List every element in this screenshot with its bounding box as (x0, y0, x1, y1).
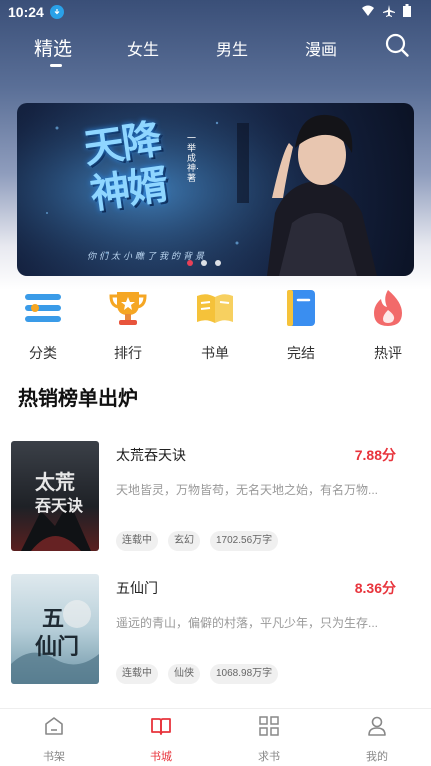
banner-dot[interactable] (215, 260, 221, 266)
banner-title: 天降神婿 (80, 115, 170, 219)
entry-category[interactable]: 分类 (13, 288, 73, 363)
entry-category-label: 分类 (29, 345, 57, 361)
section-title: 热销榜单出炉 (18, 388, 138, 410)
wordcount-badge: 1702.56万字 (210, 531, 279, 551)
entry-ranking-label: 排行 (114, 345, 142, 361)
banner-artwork (17, 103, 414, 276)
flame-icon (374, 290, 402, 326)
banner-dot[interactable] (187, 260, 193, 266)
search-icon[interactable] (384, 32, 410, 58)
genre-badge: 仙侠 (168, 664, 200, 684)
status-icons (361, 4, 411, 17)
open-book-icon (197, 294, 233, 323)
nav-request-label: 求书 (258, 751, 280, 763)
airplane-icon (383, 4, 395, 17)
wordcount-badge: 1068.98万字 (210, 664, 279, 684)
status-bar: 10:24 (0, 0, 431, 24)
entry-ranking[interactable]: 排行 (98, 288, 158, 363)
promo-banner[interactable]: 天降神婿 一举成神·著 你们太小瞧了我的背景 (17, 103, 414, 276)
book-title: 五仙门 (116, 580, 158, 596)
book-score: 7.88分 (354, 447, 396, 463)
entry-completed-label: 完结 (287, 345, 315, 361)
status-badge: 连载中 (116, 531, 158, 551)
tab-featured[interactable]: 精选 (18, 34, 88, 61)
list-item[interactable]: 五 仙门 五仙门 8.36分 遥远的青山，偏僻的村落，平凡少年，只为生存... … (11, 574, 421, 684)
bookmark-book-icon (287, 290, 315, 326)
svg-text:五: 五 (42, 606, 64, 632)
quick-entries: 分类 排行 书单 完结 热评 (0, 288, 431, 361)
tab-comics[interactable]: 漫画 (286, 36, 356, 60)
battery-icon (403, 4, 411, 17)
svg-text:吞天诀: 吞天诀 (35, 496, 84, 515)
nav-bookstore[interactable]: 书城 (131, 715, 191, 764)
svg-text:仙门: 仙门 (35, 634, 79, 660)
nav-profile-label: 我的 (366, 751, 388, 763)
wifi-icon (362, 5, 374, 16)
book-description: 遥远的青山，偏僻的村落，平凡少年，只为生存... (116, 616, 379, 630)
book-cover[interactable]: 太荒 吞天诀 (11, 441, 99, 551)
trophy-icon (109, 292, 147, 325)
entry-booklist-label: 书单 (201, 345, 229, 361)
entry-booklist[interactable]: 书单 (185, 288, 245, 363)
nav-bookshelf[interactable]: 书架 (24, 715, 84, 764)
status-badge: 连载中 (116, 664, 158, 684)
book-tags: 连载中 仙侠 1068.98万字 (116, 664, 279, 684)
banner-dot[interactable] (201, 260, 207, 266)
bottom-nav: 书架 书城 求书 我的 (0, 708, 431, 766)
book-score: 8.36分 (354, 580, 396, 596)
entry-hot-reviews-label: 热评 (374, 345, 402, 361)
notification-icon (49, 5, 64, 19)
nav-request[interactable]: 求书 (239, 715, 299, 764)
status-time: 10:24 (8, 4, 44, 20)
tab-male[interactable]: 男生 (197, 36, 267, 60)
nav-profile[interactable]: 我的 (347, 715, 407, 764)
list-item[interactable]: 太荒 吞天诀 太荒吞天诀 7.88分 天地皆灵，万物皆苟，无名天地之始，有名万物… (11, 441, 421, 551)
grid-icon (259, 716, 279, 736)
entry-completed[interactable]: 完结 (271, 288, 331, 363)
book-title: 太荒吞天诀 (116, 447, 186, 463)
book-cover[interactable]: 五 仙门 (11, 574, 99, 684)
bookshelf-icon (45, 717, 63, 735)
bookstore-icon (151, 718, 171, 735)
category-icon (25, 294, 61, 322)
book-description: 天地皆灵，万物皆苟，无名天地之始，有名万物... (116, 483, 379, 497)
svg-text:太荒: 太荒 (35, 470, 75, 494)
entry-hot-reviews[interactable]: 热评 (358, 288, 418, 363)
genre-badge: 玄幻 (168, 531, 200, 551)
tab-female[interactable]: 女生 (108, 36, 178, 60)
top-nav: 精选 女生 男生 漫画 (0, 28, 431, 72)
nav-bookshelf-label: 书架 (43, 751, 65, 763)
active-tab-indicator (50, 64, 62, 67)
user-icon (368, 716, 386, 736)
banner-pager (187, 260, 221, 266)
banner-author: 一举成神·著 (187, 133, 199, 183)
nav-bookstore-label: 书城 (150, 751, 172, 763)
book-tags: 连载中 玄幻 1702.56万字 (116, 531, 279, 551)
